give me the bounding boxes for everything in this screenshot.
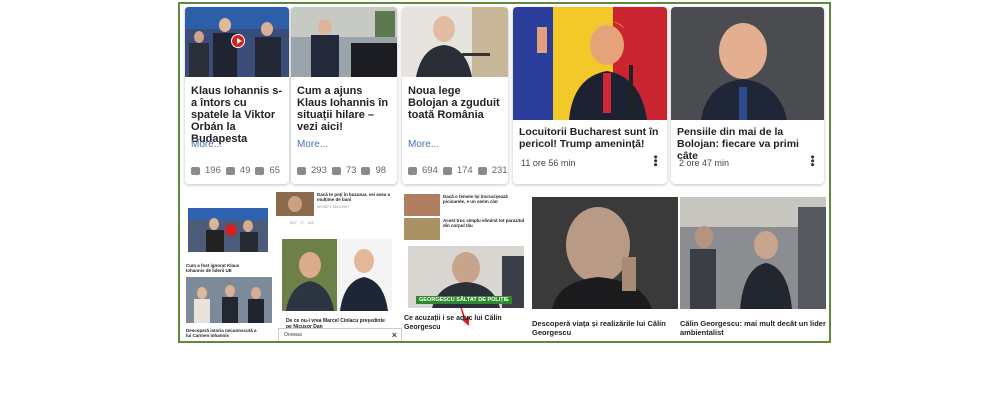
share-count: 98 <box>375 165 387 176</box>
ad-row[interactable]: Acest truc simplu elimină tot parazitul … <box>404 218 528 240</box>
card-thumbnail[interactable] <box>185 7 289 77</box>
nested-screenshot-3[interactable]: Dacă o femeie își încrucișează picioarel… <box>404 194 528 341</box>
news-tile-5[interactable]: Călin Georgescu: mai mult decât un lider… <box>680 197 826 337</box>
comment-count: 49 <box>239 165 251 176</box>
like-icon <box>191 166 200 175</box>
ad-thumbnail[interactable] <box>276 192 314 216</box>
ad-text[interactable]: Acest truc simplu elimină tot parazitul … <box>443 218 525 240</box>
ad-row[interactable]: Dacă o femeie își încrucișează picioarel… <box>404 194 528 216</box>
engagement-stats: 694 174 231 <box>408 165 508 176</box>
news-tile-4[interactable]: Descoperă viața și realizările lui Călin… <box>532 197 678 337</box>
like-icon <box>297 166 306 175</box>
news-card-4[interactable]: Locuitorii Bucharest sunt în pericol! Tr… <box>513 7 667 184</box>
share-icon <box>361 166 371 175</box>
ad-thumbnail[interactable] <box>404 194 440 216</box>
timestamp: 11 ore 56 min <box>521 158 576 168</box>
like-count: 694 <box>422 165 438 176</box>
card-thumbnail[interactable] <box>513 7 667 120</box>
news-card-5[interactable]: Pensiile din mai de la Bolojan: fiecare … <box>671 7 824 184</box>
thumbnail-georgescu-crowd[interactable] <box>680 197 826 309</box>
comment-count: 73 <box>345 165 357 176</box>
comment-icon <box>225 166 235 175</box>
banner: GEORGESCU SĂLTAT DE POLIȚIE <box>416 296 512 304</box>
nested-screenshot-1[interactable]: Cum a fost ignorat Klaus Iohannis de lid… <box>186 204 272 338</box>
engagement-stats: 293 73 98 <box>297 165 386 176</box>
card-thumbnail[interactable] <box>671 7 824 120</box>
share-count: 231 <box>491 165 508 176</box>
ad-thumbnail[interactable] <box>404 218 440 240</box>
like-count: 293 <box>311 165 327 176</box>
share-count: 162 <box>307 220 314 225</box>
ad-widget-frame: Klaus Iohannis s-a întors cu spatele la … <box>178 2 831 343</box>
comment-icon <box>331 166 341 175</box>
caption[interactable]: Cum a fost ignorat Klaus Iohannis de lid… <box>186 263 256 273</box>
caption[interactable]: Descoperă viața și realizările lui Călin… <box>532 319 678 337</box>
more-link[interactable]: More... <box>402 139 508 150</box>
engagement-stats: 196 49 65 <box>191 165 280 176</box>
card-title[interactable]: Klaus Iohannis s-a întors cu spatele la … <box>185 85 289 145</box>
kebab-menu-icon[interactable]: ••• <box>649 155 661 167</box>
card-thumbnail[interactable] <box>402 7 508 77</box>
caption[interactable]: Călin Georgescu: mai mult decât un lider… <box>680 319 826 337</box>
comment-count: 174 <box>456 165 473 176</box>
card-thumbnail[interactable] <box>291 7 397 77</box>
play-icon[interactable] <box>231 34 245 48</box>
thumbnail-ciolacu[interactable] <box>282 239 392 311</box>
ad-stats: 597 77 162 <box>290 220 396 225</box>
comment-count: 77 <box>299 220 305 225</box>
popup-text: Ономаз <box>284 332 302 338</box>
thumbnail-iohannis[interactable] <box>186 204 272 264</box>
like-count: 196 <box>205 165 221 176</box>
card-title[interactable]: Locuitorii Bucharest sunt în pericol! Tr… <box>513 126 667 152</box>
share-icon <box>477 166 487 175</box>
news-card-3[interactable]: Noua lege Bolojan a zguduit toată Români… <box>402 7 508 184</box>
comment-icon <box>442 166 452 175</box>
close-icon[interactable]: × <box>392 330 397 340</box>
news-card-1[interactable]: Klaus Iohannis s-a întors cu spatele la … <box>185 7 289 184</box>
ad-source: MONEY MAGNET <box>317 204 350 209</box>
ad-text[interactable]: Dacă te poți în buzunar, vei avea o mulț… <box>317 192 395 202</box>
card-title[interactable]: Noua lege Bolojan a zguduit toată Români… <box>402 85 508 133</box>
thumbnail-georgescu-portrait[interactable] <box>532 197 678 309</box>
ad-text[interactable]: Dacă o femeie își încrucișează picioarel… <box>443 194 525 216</box>
caption[interactable]: Descoperă istoria necunoscută a lui Carm… <box>186 328 262 338</box>
more-link[interactable]: More... <box>291 139 397 150</box>
thumbnail-carmen[interactable] <box>186 277 272 323</box>
like-count: 597 <box>290 220 297 225</box>
card-title[interactable]: Cum a ajuns Klaus Iohannis în situații h… <box>291 85 397 133</box>
thumbnail-georgescu-police[interactable]: GEORGESCU SĂLTAT DE POLIȚIE <box>408 246 524 308</box>
timestamp: 2 ore 47 min <box>679 158 730 168</box>
card-title[interactable]: Pensiile din mai de la Bolojan: fiecare … <box>671 126 824 162</box>
like-icon <box>408 166 417 175</box>
kebab-menu-icon[interactable]: ••• <box>806 155 818 167</box>
share-count: 65 <box>269 165 281 176</box>
nested-screenshot-2[interactable]: Dacă te poți în buzunar, vei avea o mulț… <box>276 192 396 341</box>
ad-row[interactable]: Dacă te poți în buzunar, vei avea o mulț… <box>276 192 396 218</box>
news-card-2[interactable]: Cum a ajuns Klaus Iohannis în situații h… <box>291 7 397 184</box>
popup-bar[interactable]: Ономаз × <box>278 328 402 341</box>
share-icon <box>255 166 265 175</box>
caption[interactable]: Ce acuzații i se aduc lui Călin Georgesc… <box>404 314 514 332</box>
